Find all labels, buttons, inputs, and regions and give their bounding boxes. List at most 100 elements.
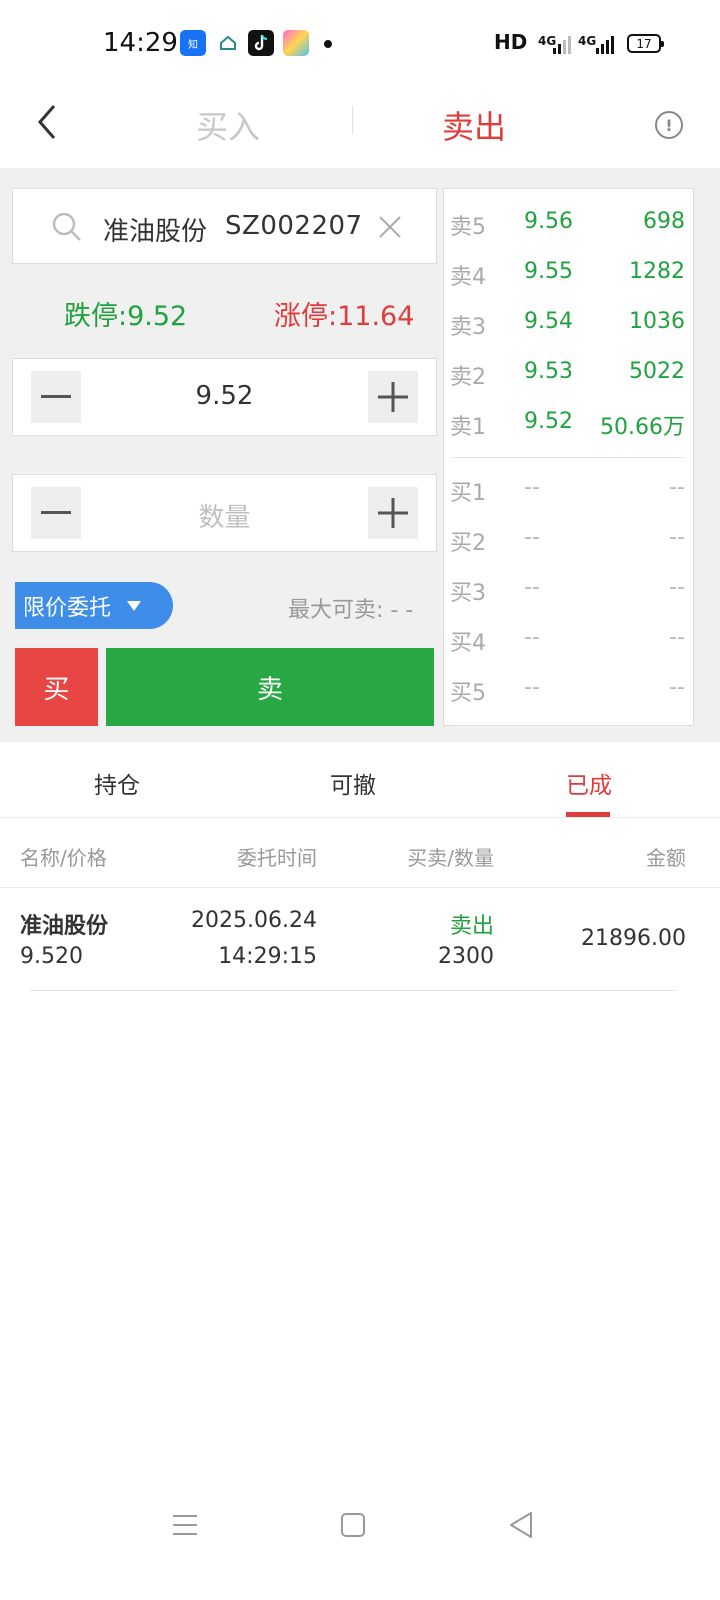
price-minus-button[interactable] [31, 371, 81, 423]
tab-filled[interactable]: 已成 [566, 766, 612, 800]
battery-icon: 17 [627, 34, 664, 53]
ask-price: 9.56 [524, 209, 573, 234]
trade-header: 买入 卖出 ! [0, 88, 720, 168]
quantity-stepper: 数量 [12, 474, 437, 552]
ask-volume: 5022 [629, 359, 685, 384]
price-stepper: 9.52 [12, 358, 437, 436]
limit-up-price: 涨停:11.64 [274, 301, 415, 332]
ask-label: 卖5 [450, 215, 486, 240]
bid-label: 买1 [450, 481, 486, 506]
notification-dot [324, 40, 332, 48]
minus-icon [41, 395, 71, 398]
minus-icon [41, 511, 71, 514]
search-icon [51, 211, 83, 243]
ask-row[interactable]: 卖4 9.55 1282 [444, 257, 695, 291]
smarthome-icon [215, 30, 241, 56]
order-type-label: 限价委托 [23, 595, 112, 621]
bid-label: 买4 [450, 631, 486, 656]
ask-price: 9.53 [524, 359, 573, 384]
bid-volume: -- [669, 625, 685, 650]
sell-button[interactable]: 卖 [106, 648, 434, 726]
hd-indicator: HD [494, 30, 528, 54]
back-icon[interactable] [30, 100, 70, 144]
quantity-input[interactable]: 数量 [93, 497, 356, 534]
bid-row[interactable]: 买2 -- -- [444, 523, 695, 557]
status-time: 14:29 [103, 28, 178, 58]
ask-price: 9.55 [524, 259, 573, 284]
clear-icon[interactable] [377, 214, 403, 240]
order-book: 卖5 9.56 698 卖4 9.55 1282 卖3 9.54 1036 卖2… [443, 188, 694, 726]
dropdown-arrow-icon [127, 600, 142, 611]
stock-code: SZ002207 [225, 211, 363, 241]
bid-volume: -- [669, 575, 685, 600]
ask-label: 卖4 [450, 265, 486, 290]
ask-row[interactable]: 卖2 9.53 5022 [444, 357, 695, 391]
bid-price: -- [524, 625, 540, 650]
row-quantity: 2300 [438, 944, 494, 969]
row-amount: 21896.00 [581, 926, 686, 951]
bid-row[interactable]: 买4 -- -- [444, 623, 695, 657]
plus-icon [378, 382, 408, 412]
home-icon[interactable] [338, 1510, 368, 1540]
ask-volume: 1036 [629, 309, 685, 334]
ask-row[interactable]: 卖3 9.54 1036 [444, 307, 695, 341]
table-row[interactable]: 准油股份 9.520 2025.06.24 14:29:15 卖出 2300 2… [0, 888, 720, 990]
ask-row[interactable]: 卖1 9.52 50.66万 [444, 407, 695, 441]
info-icon[interactable]: ! [655, 111, 683, 139]
bid-row[interactable]: 买3 -- -- [444, 573, 695, 607]
bid-volume: -- [669, 525, 685, 550]
system-nav-bar [0, 1490, 720, 1560]
max-sellable: 最大可卖: - - [288, 598, 414, 623]
buy-button[interactable]: 买 [15, 648, 98, 726]
tab-cancelable[interactable]: 可撤 [330, 766, 376, 800]
gallery-icon [283, 30, 309, 56]
row-price: 9.520 [20, 944, 83, 969]
row-side: 卖出 [449, 914, 494, 939]
quantity-plus-button[interactable] [368, 487, 418, 539]
ask-label: 卖3 [450, 315, 486, 340]
tiktok-icon [248, 30, 274, 56]
bid-price: -- [524, 475, 540, 500]
header-name-price: 名称/价格 [20, 846, 107, 870]
bid-volume: -- [669, 475, 685, 500]
trade-panel: 准油股份 SZ002207 跌停:9.52 涨停:11.64 9.52 数量 限… [0, 168, 720, 742]
bid-row[interactable]: 买1 -- -- [444, 473, 695, 507]
bid-label: 买2 [450, 531, 486, 556]
ask-price: 9.54 [524, 309, 573, 334]
ask-row[interactable]: 卖5 9.56 698 [444, 207, 695, 241]
row-divider [30, 990, 676, 991]
bid-price: -- [524, 575, 540, 600]
order-type-dropdown[interactable]: 限价委托 [15, 582, 173, 629]
header-side-quantity: 买卖/数量 [407, 846, 494, 870]
menu-icon[interactable] [170, 1510, 200, 1540]
bid-label: 买5 [450, 681, 486, 706]
signal-icon-2 [596, 32, 614, 54]
signal-label-2: 4G [578, 34, 597, 48]
ask-volume: 698 [643, 209, 685, 234]
quantity-minus-button[interactable] [31, 487, 81, 539]
limit-down-price: 跌停:9.52 [64, 301, 188, 332]
stock-name: 准油股份 [103, 217, 208, 247]
ask-label: 卖2 [450, 365, 486, 390]
price-plus-button[interactable] [368, 371, 418, 423]
tab-buy[interactable]: 买入 [168, 102, 288, 148]
tab-positions[interactable]: 持仓 [94, 766, 140, 800]
ask-price: 9.52 [524, 409, 573, 434]
signal-icon-1 [553, 32, 571, 54]
order-book-divider [452, 457, 684, 458]
zhihu-icon: 知 [180, 30, 206, 56]
tab-sell[interactable]: 卖出 [414, 102, 534, 148]
price-input[interactable]: 9.52 [93, 381, 356, 411]
stock-search-input[interactable]: 准油股份 SZ002207 [12, 188, 437, 264]
header-order-time: 委托时间 [237, 846, 317, 870]
tab-divider [352, 106, 353, 134]
row-stock-name: 准油股份 [20, 914, 109, 939]
header-amount: 金额 [646, 846, 686, 870]
bid-label: 买3 [450, 581, 486, 606]
back-nav-icon[interactable] [506, 1510, 536, 1540]
bid-row[interactable]: 买5 -- -- [444, 673, 695, 707]
ask-volume: 50.66万 [600, 415, 685, 440]
order-list-tabs: 持仓 可撤 已成 [0, 742, 720, 818]
bid-price: -- [524, 675, 540, 700]
active-tab-indicator [566, 812, 610, 817]
